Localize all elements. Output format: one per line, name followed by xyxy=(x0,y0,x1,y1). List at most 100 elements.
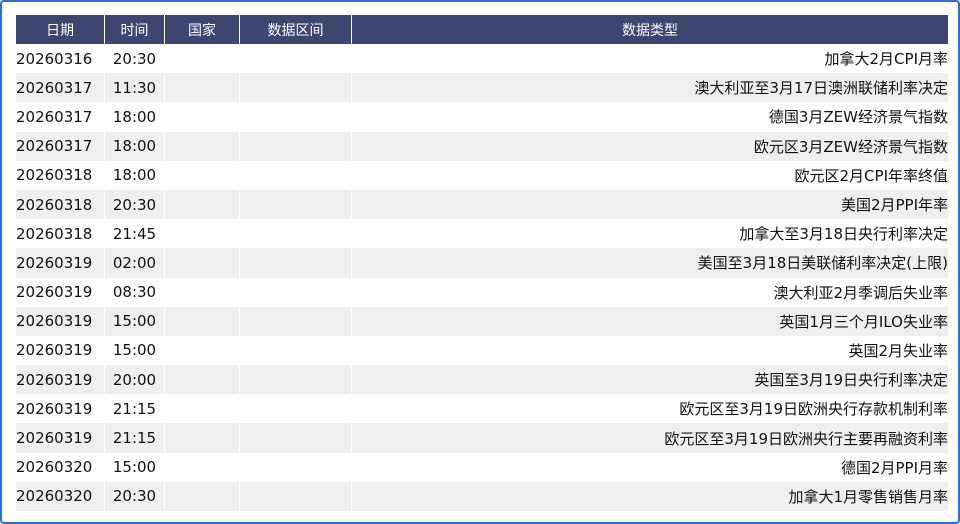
period-cell xyxy=(240,394,352,424)
period-cell xyxy=(240,452,352,482)
data-type-cell: 欧元区3月ZEW经济景气指数 xyxy=(352,131,948,161)
date-cell: 20260317 xyxy=(16,73,105,103)
table-row: 20260319 21:15 欧元区至3月19日欧洲央行存款机制利率 xyxy=(16,394,948,424)
period-cell xyxy=(240,219,352,249)
data-type-cell: 英国2月失业率 xyxy=(352,335,948,366)
date-cell: 20260319 xyxy=(16,394,105,424)
table-row: 20260320 20:30 加拿大1月零售销售月率 xyxy=(16,481,948,511)
time-cell: 18:00 xyxy=(105,131,165,161)
date-cell: 20260320 xyxy=(16,481,105,511)
period-cell xyxy=(240,365,352,395)
period-cell xyxy=(240,160,352,190)
economic-calendar-table: 日期 时间 国家 数据区间 数据类型 20260316 20:30 加拿大2月CPI… xyxy=(16,15,948,511)
time-cell: 15:00 xyxy=(105,452,165,482)
date-cell: 20260317 xyxy=(16,131,105,161)
period-cell xyxy=(240,481,352,511)
period-cell xyxy=(240,248,352,278)
country-cell xyxy=(165,481,240,511)
table-row: 20260317 18:00 欧元区3月ZEW经济景气指数 xyxy=(16,131,948,161)
data-type-cell: 英国至3月19日央行利率决定 xyxy=(352,365,948,395)
country-cell xyxy=(165,452,240,482)
period-cell xyxy=(240,423,352,453)
date-cell: 20260316 xyxy=(16,44,105,74)
time-cell: 20:00 xyxy=(105,365,165,395)
country-cell xyxy=(165,160,240,190)
table-row: 20260318 21:45 加拿大至3月18日央行利率决定 xyxy=(16,219,948,249)
column-header-date: 日期 xyxy=(16,15,105,44)
country-cell xyxy=(165,102,240,132)
table-row: 20260316 20:30 加拿大2月CPI月率 xyxy=(16,44,948,74)
date-cell: 20260319 xyxy=(16,248,105,278)
table-row: 20260319 15:00 英国1月三个月ILO失业率 xyxy=(16,306,948,336)
time-cell: 21:15 xyxy=(105,394,165,424)
column-header-country: 国家 xyxy=(165,15,240,44)
date-cell: 20260319 xyxy=(16,365,105,395)
data-type-cell: 德国3月ZEW经济景气指数 xyxy=(352,102,948,132)
column-header-type: 数据类型 xyxy=(352,15,948,44)
country-cell xyxy=(165,131,240,161)
country-cell xyxy=(165,44,240,74)
time-cell: 08:30 xyxy=(105,277,165,307)
table-row: 20260319 20:00 英国至3月19日央行利率决定 xyxy=(16,365,948,395)
column-header-period: 数据区间 xyxy=(240,15,352,44)
country-cell xyxy=(165,248,240,278)
calendar-frame: 日期 时间 国家 数据区间 数据类型 20260316 20:30 加拿大2月CPI… xyxy=(0,0,960,524)
country-cell xyxy=(165,423,240,453)
time-cell: 18:00 xyxy=(105,160,165,190)
date-cell: 20260318 xyxy=(16,219,105,249)
data-type-cell: 加拿大1月零售销售月率 xyxy=(352,481,948,511)
table-row: 20260319 08:30 澳大利亚2月季调后失业率 xyxy=(16,277,948,307)
data-type-cell: 美国至3月18日美联储利率决定(上限) xyxy=(352,248,948,278)
period-cell xyxy=(240,277,352,307)
table-row: 20260317 18:00 德国3月ZEW经济景气指数 xyxy=(16,102,948,132)
time-cell: 20:30 xyxy=(105,44,165,74)
country-cell xyxy=(165,73,240,103)
date-cell: 20260318 xyxy=(16,160,105,190)
time-cell: 02:00 xyxy=(105,248,165,278)
data-type-cell: 欧元区2月CPI年率终值 xyxy=(352,160,948,190)
data-type-cell: 加拿大至3月18日央行利率决定 xyxy=(352,219,948,249)
time-cell: 15:00 xyxy=(105,335,165,366)
date-cell: 20260320 xyxy=(16,452,105,482)
period-cell xyxy=(240,306,352,336)
table-row: 20260320 15:00 德国2月PPI月率 xyxy=(16,452,948,482)
time-cell: 20:30 xyxy=(105,481,165,511)
date-cell: 20260319 xyxy=(16,306,105,336)
date-cell: 20260319 xyxy=(16,277,105,307)
table-row: 20260318 20:30 美国2月PPI年率 xyxy=(16,189,948,220)
period-cell xyxy=(240,131,352,161)
time-cell: 21:45 xyxy=(105,219,165,249)
date-cell: 20260319 xyxy=(16,423,105,453)
table-header-row: 日期 时间 国家 数据区间 数据类型 xyxy=(16,15,948,44)
country-cell xyxy=(165,335,240,366)
country-cell xyxy=(165,306,240,336)
column-header-time: 时间 xyxy=(105,15,165,44)
table-row: 20260318 18:00 欧元区2月CPI年率终值 xyxy=(16,160,948,190)
table-row: 20260319 21:15 欧元区至3月19日欧洲央行主要再融资利率 xyxy=(16,423,948,453)
table-body: 20260316 20:30 加拿大2月CPI月率 20260317 11:30 澳大利亚… xyxy=(16,44,948,511)
period-cell xyxy=(240,102,352,132)
data-type-cell: 英国1月三个月ILO失业率 xyxy=(352,306,948,336)
table-row: 20260317 11:30 澳大利亚至3月17日澳洲联储利率决定 xyxy=(16,73,948,103)
data-type-cell: 欧元区至3月19日欧洲央行存款机制利率 xyxy=(352,394,948,424)
table-row: 20260319 15:00 英国2月失业率 xyxy=(16,335,948,366)
country-cell xyxy=(165,277,240,307)
time-cell: 11:30 xyxy=(105,73,165,103)
date-cell: 20260317 xyxy=(16,102,105,132)
data-type-cell: 德国2月PPI月率 xyxy=(352,452,948,482)
date-cell: 20260318 xyxy=(16,189,105,220)
data-type-cell: 美国2月PPI年率 xyxy=(352,189,948,220)
time-cell: 20:30 xyxy=(105,189,165,220)
country-cell xyxy=(165,365,240,395)
data-type-cell: 澳大利亚2月季调后失业率 xyxy=(352,277,948,307)
period-cell xyxy=(240,44,352,74)
data-type-cell: 欧元区至3月19日欧洲央行主要再融资利率 xyxy=(352,423,948,453)
table-row: 20260319 02:00 美国至3月18日美联储利率决定(上限) xyxy=(16,248,948,278)
period-cell xyxy=(240,73,352,103)
country-cell xyxy=(165,189,240,220)
country-cell xyxy=(165,394,240,424)
data-type-cell: 加拿大2月CPI月率 xyxy=(352,44,948,74)
data-type-cell: 澳大利亚至3月17日澳洲联储利率决定 xyxy=(352,73,948,103)
time-cell: 21:15 xyxy=(105,423,165,453)
period-cell xyxy=(240,189,352,220)
